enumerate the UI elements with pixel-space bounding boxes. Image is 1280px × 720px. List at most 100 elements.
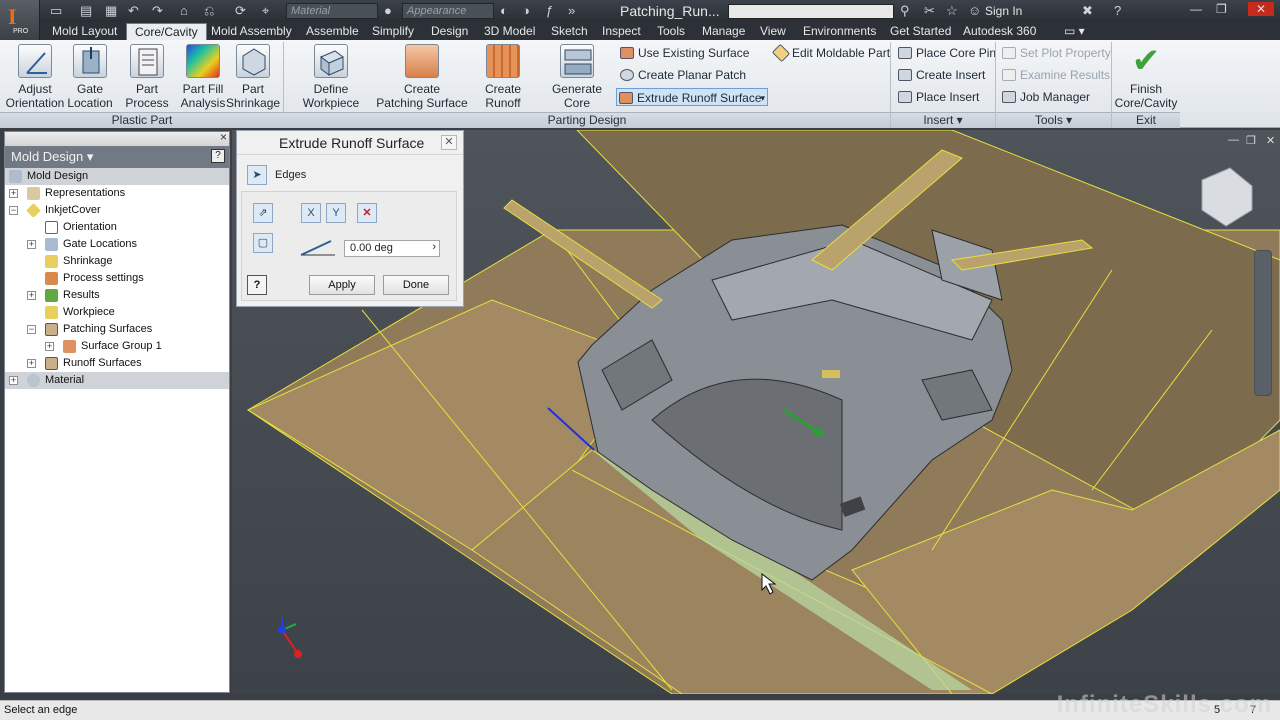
maximize-icon[interactable]: ❐ — [1216, 2, 1227, 16]
sign-in-link[interactable]: Sign In — [985, 4, 1022, 18]
expand-toggle-icon[interactable]: + — [27, 240, 36, 249]
part-fill-analysis-button[interactable]: Part Fill Analysis — [178, 44, 228, 110]
tree-item-results[interactable]: + Results — [5, 287, 229, 304]
new-icon[interactable]: ▭ — [50, 3, 62, 19]
place-core-pin-button[interactable]: Place Core Pin — [896, 44, 996, 62]
finish-core-cavity-button[interactable]: ✔ Finish Core/Cavity — [1112, 44, 1180, 110]
tab-core-cavity[interactable]: Core/Cavity — [126, 23, 207, 40]
save-icon[interactable]: ▦ — [105, 3, 117, 19]
x-axis-button[interactable]: X — [301, 203, 321, 223]
tree-item-patching-surfaces[interactable]: − Patching Surfaces — [5, 321, 229, 338]
tab-environments[interactable]: Environments — [795, 23, 884, 40]
expand-toggle-icon[interactable]: + — [9, 189, 18, 198]
insert-group-label[interactable]: Insert ▾ — [891, 112, 995, 128]
fx-icon[interactable]: ƒ — [546, 3, 553, 18]
tree-item-mold-design[interactable]: Mold Design — [5, 168, 229, 185]
edges-select-button[interactable]: ➤ — [247, 165, 267, 185]
tab-tools[interactable]: Tools — [649, 23, 693, 40]
collapse-toggle-icon[interactable]: − — [27, 325, 36, 334]
tree-item-orientation[interactable]: Orientation — [5, 219, 229, 236]
tools-icon[interactable]: ✂ — [924, 3, 935, 19]
ribbon-toggle-icon[interactable]: ▭ ▾ — [1056, 23, 1093, 40]
done-button[interactable]: Done — [383, 275, 449, 295]
help-icon[interactable]: ? — [1114, 3, 1121, 18]
angle-arrow-icon[interactable]: › — [432, 241, 436, 253]
tab-mold-assembly[interactable]: Mold Assembly — [203, 23, 300, 40]
angle-input[interactable]: 0.00 deg › — [344, 240, 440, 257]
close-icon[interactable]: ✕ — [1248, 2, 1275, 16]
open-icon[interactable]: ▤ — [80, 3, 92, 19]
appearance-combo[interactable]: Appearance — [402, 3, 494, 19]
update-icon[interactable]: ⟳ — [235, 3, 246, 19]
browser-title-dropdown[interactable]: Mold Design ▾? — [5, 146, 229, 168]
tab-mold-layout[interactable]: Mold Layout — [44, 23, 125, 40]
edit-moldable-part-button[interactable]: Edit Moldable Part — [771, 43, 890, 63]
viewport-minimize-icon[interactable]: — — [1228, 134, 1239, 146]
tab-inspect[interactable]: Inspect — [594, 23, 649, 40]
examine-results-button[interactable]: Examine Results — [1000, 66, 1110, 84]
help-search-input[interactable] — [728, 4, 894, 19]
tree-item-inkjetcover[interactable]: − InkjetCover — [5, 202, 229, 219]
tab-autodesk-360[interactable]: Autodesk 360 — [955, 23, 1044, 40]
return-icon[interactable]: ⎌ — [204, 3, 214, 19]
gate-location-button[interactable]: Gate Location — [64, 44, 116, 110]
tab-3d-model[interactable]: 3D Model — [476, 23, 543, 40]
select-icon[interactable]: ⌖ — [262, 3, 269, 19]
direction-option-icon[interactable]: ⇗ — [253, 203, 273, 223]
create-insert-button[interactable]: Create Insert — [896, 66, 985, 84]
collapse-toggle-icon[interactable]: − — [9, 206, 18, 215]
browser-close-button[interactable]: × — [220, 130, 227, 144]
expand-toggle-icon[interactable]: + — [27, 359, 36, 368]
tree-item-gate-locations[interactable]: + Gate Locations — [5, 236, 229, 253]
tree-item-surface-group-1[interactable]: + Surface Group 1 — [5, 338, 229, 355]
flip-option-icon[interactable]: ▢ — [253, 233, 273, 253]
set-plot-property-button[interactable]: Set Plot Property — [1000, 44, 1111, 62]
exchange-icon[interactable]: ✖ — [1082, 3, 1093, 19]
home-icon[interactable]: ⌂ — [180, 3, 188, 18]
create-patching-surface-button[interactable]: Create Patching Surface — [376, 44, 468, 110]
tab-assemble[interactable]: Assemble — [298, 23, 367, 40]
minimize-icon[interactable]: — — [1190, 2, 1202, 16]
tools-group-label[interactable]: Tools ▾ — [996, 112, 1111, 128]
tree-item-process-settings[interactable]: Process settings — [5, 270, 229, 287]
tree-item-shrinkage[interactable]: Shrinkage — [5, 253, 229, 270]
use-existing-surface-button[interactable]: Use Existing Surface — [618, 44, 749, 62]
adjust-icon[interactable]: ◐ — [500, 3, 508, 18]
browser-help-button[interactable]: ? — [211, 149, 225, 163]
binoculars-icon[interactable]: ⚲ — [900, 3, 910, 19]
expand-toggle-icon[interactable]: + — [9, 376, 18, 385]
pick-direction-icon[interactable]: ✕ — [357, 203, 377, 223]
tab-manage[interactable]: Manage — [694, 23, 753, 40]
viewport-close-icon[interactable]: ✕ — [1266, 134, 1275, 147]
tree-item-workpiece[interactable]: Workpiece — [5, 304, 229, 321]
extrude-runoff-dropdown-icon[interactable]: ▾ — [760, 89, 765, 107]
tree-item-material[interactable]: + Material — [5, 372, 229, 389]
undo-icon[interactable]: ↶ — [128, 3, 139, 19]
viewport-restore-icon[interactable]: ❐ — [1246, 134, 1256, 147]
expand-toggle-icon[interactable]: + — [27, 291, 36, 300]
panel-title-bar[interactable]: Extrude Runoff Surface ✕ — [237, 131, 463, 155]
tree-item-runoff-surfaces[interactable]: + Runoff Surfaces — [5, 355, 229, 372]
part-shrinkage-button[interactable]: Part Shrinkage — [226, 44, 280, 110]
tab-view[interactable]: View — [752, 23, 794, 40]
adjust-orientation-button[interactable]: Adjust Orientation — [4, 44, 66, 110]
panel-close-button[interactable]: ✕ — [441, 135, 457, 150]
apply-button[interactable]: Apply — [309, 275, 375, 295]
redo-icon[interactable]: ↷ — [152, 3, 163, 19]
tab-simplify[interactable]: Simplify — [364, 23, 422, 40]
expand-toggle-icon[interactable]: + — [45, 342, 54, 351]
y-axis-button[interactable]: Y — [326, 203, 346, 223]
panel-help-button[interactable]: ? — [247, 275, 267, 295]
clear-icon[interactable]: ◑ — [522, 3, 530, 18]
create-planar-patch-button[interactable]: Create Planar Patch — [618, 66, 746, 84]
application-menu-button[interactable]: I PRO — [0, 0, 40, 40]
extrude-runoff-surface-button[interactable]: Extrude Runoff Surface ▾ — [616, 88, 768, 106]
customize-icon[interactable]: » — [568, 3, 575, 18]
tree-item-representations[interactable]: + Representations — [5, 185, 229, 202]
tab-get-started[interactable]: Get Started — [882, 23, 959, 40]
navigation-bar[interactable] — [1254, 250, 1272, 396]
tab-design[interactable]: Design — [423, 23, 476, 40]
job-manager-button[interactable]: Job Manager — [1000, 88, 1090, 106]
place-insert-button[interactable]: Place Insert — [896, 88, 979, 106]
favorites-icon[interactable]: ☆ — [946, 3, 958, 19]
